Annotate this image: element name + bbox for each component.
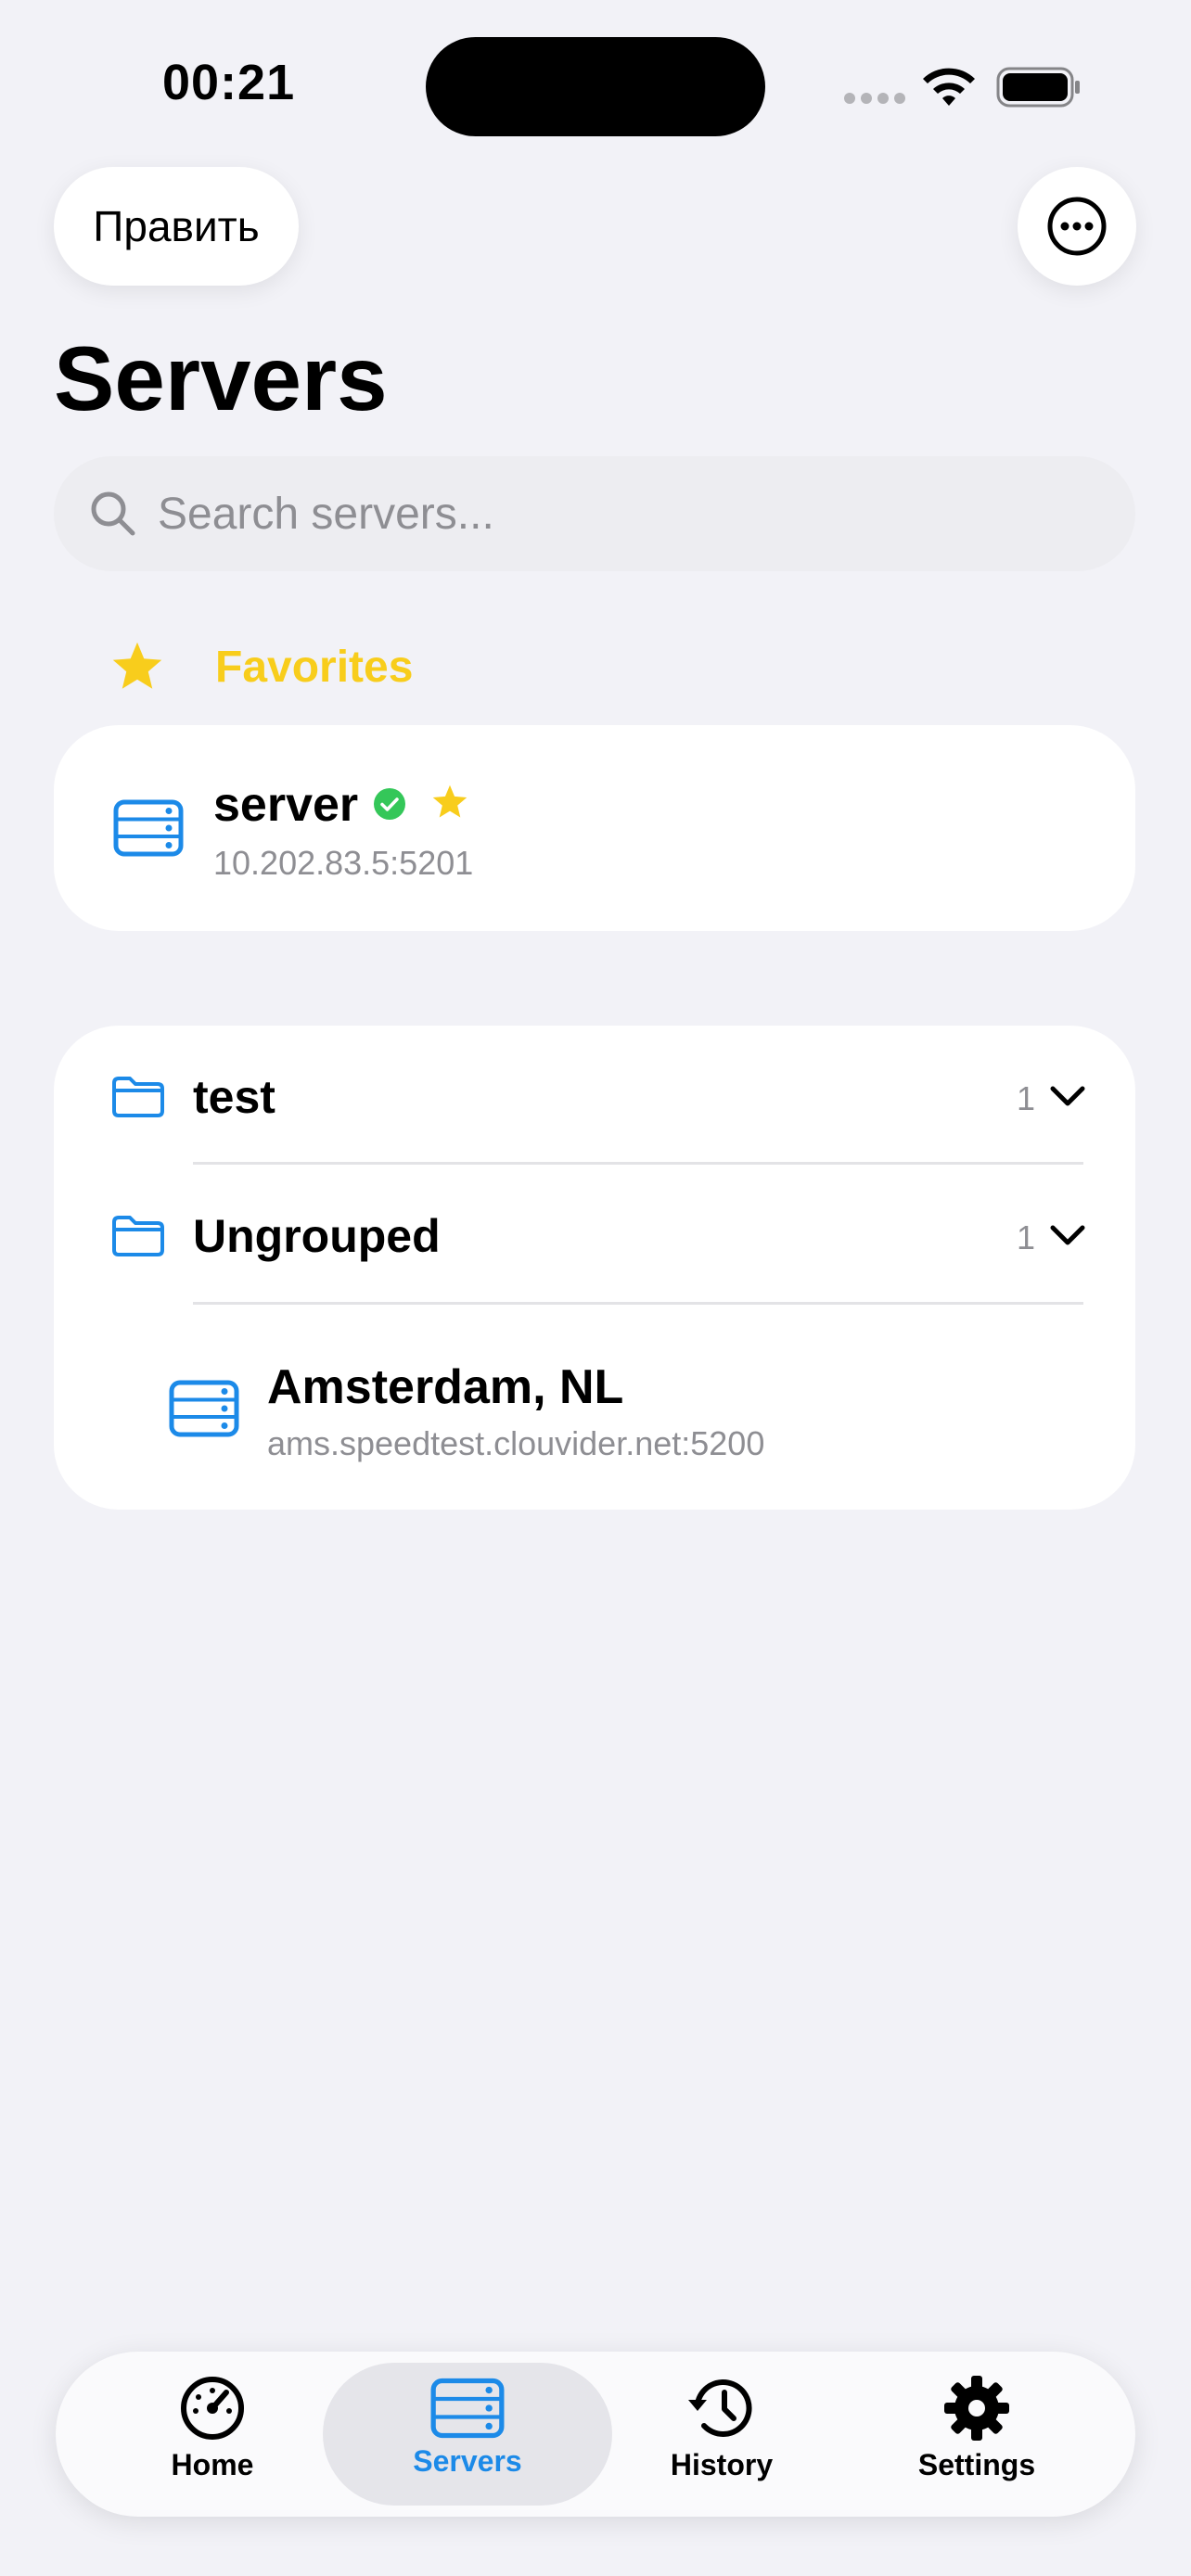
ellipsis-circle-icon [1047,197,1107,256]
cellular-signal-icon [844,93,905,104]
server-address: ams.speedtest.clouvider.net:5200 [267,1424,765,1462]
status-time: 00:21 [162,55,296,110]
gear-icon [944,2376,1009,2441]
tab-history[interactable]: History [601,2374,842,2504]
dynamic-island [426,37,765,136]
history-clock-icon [688,2378,752,2437]
edit-button[interactable]: Править [54,167,299,286]
chevron-down-icon[interactable] [1049,1222,1086,1248]
more-options-button[interactable] [1018,167,1136,286]
server-rack-icon [430,2378,505,2439]
wifi-icon [923,68,975,106]
favorites-section-header: Favorites [109,640,413,694]
folder-icon [112,1077,164,1117]
chevron-down-icon[interactable] [1049,1083,1086,1109]
server-icon [113,799,184,857]
group-name: test [193,1071,275,1123]
group-name: Ungrouped [193,1210,441,1262]
online-status-icon [374,788,405,820]
server-name: server [213,778,359,832]
tab-label: History [670,2448,774,2481]
tab-servers[interactable]: Servers [347,2374,588,2504]
page-title: Servers [54,327,388,429]
star-icon [112,642,162,689]
favorites-label: Favorites [215,642,414,692]
group-count: 1 [1017,1218,1036,1256]
favorite-star-icon[interactable] [430,784,469,821]
tab-settings[interactable]: Settings [856,2374,1097,2504]
server-name: Amsterdam, NL [267,1360,624,1414]
server-address: 10.202.83.5:5201 [213,844,474,882]
folder-icon [112,1216,164,1256]
tab-label: Home [171,2448,254,2481]
search-bar[interactable] [54,456,1135,571]
speedometer-icon [181,2377,244,2440]
group-count: 1 [1017,1079,1036,1117]
tab-label: Settings [917,2448,1036,2481]
search-icon [91,491,135,536]
battery-icon [996,67,1080,108]
tab-label: Servers [413,2444,522,2478]
server-icon [169,1380,239,1437]
search-input[interactable] [156,487,1087,541]
tab-home[interactable]: Home [92,2374,333,2504]
